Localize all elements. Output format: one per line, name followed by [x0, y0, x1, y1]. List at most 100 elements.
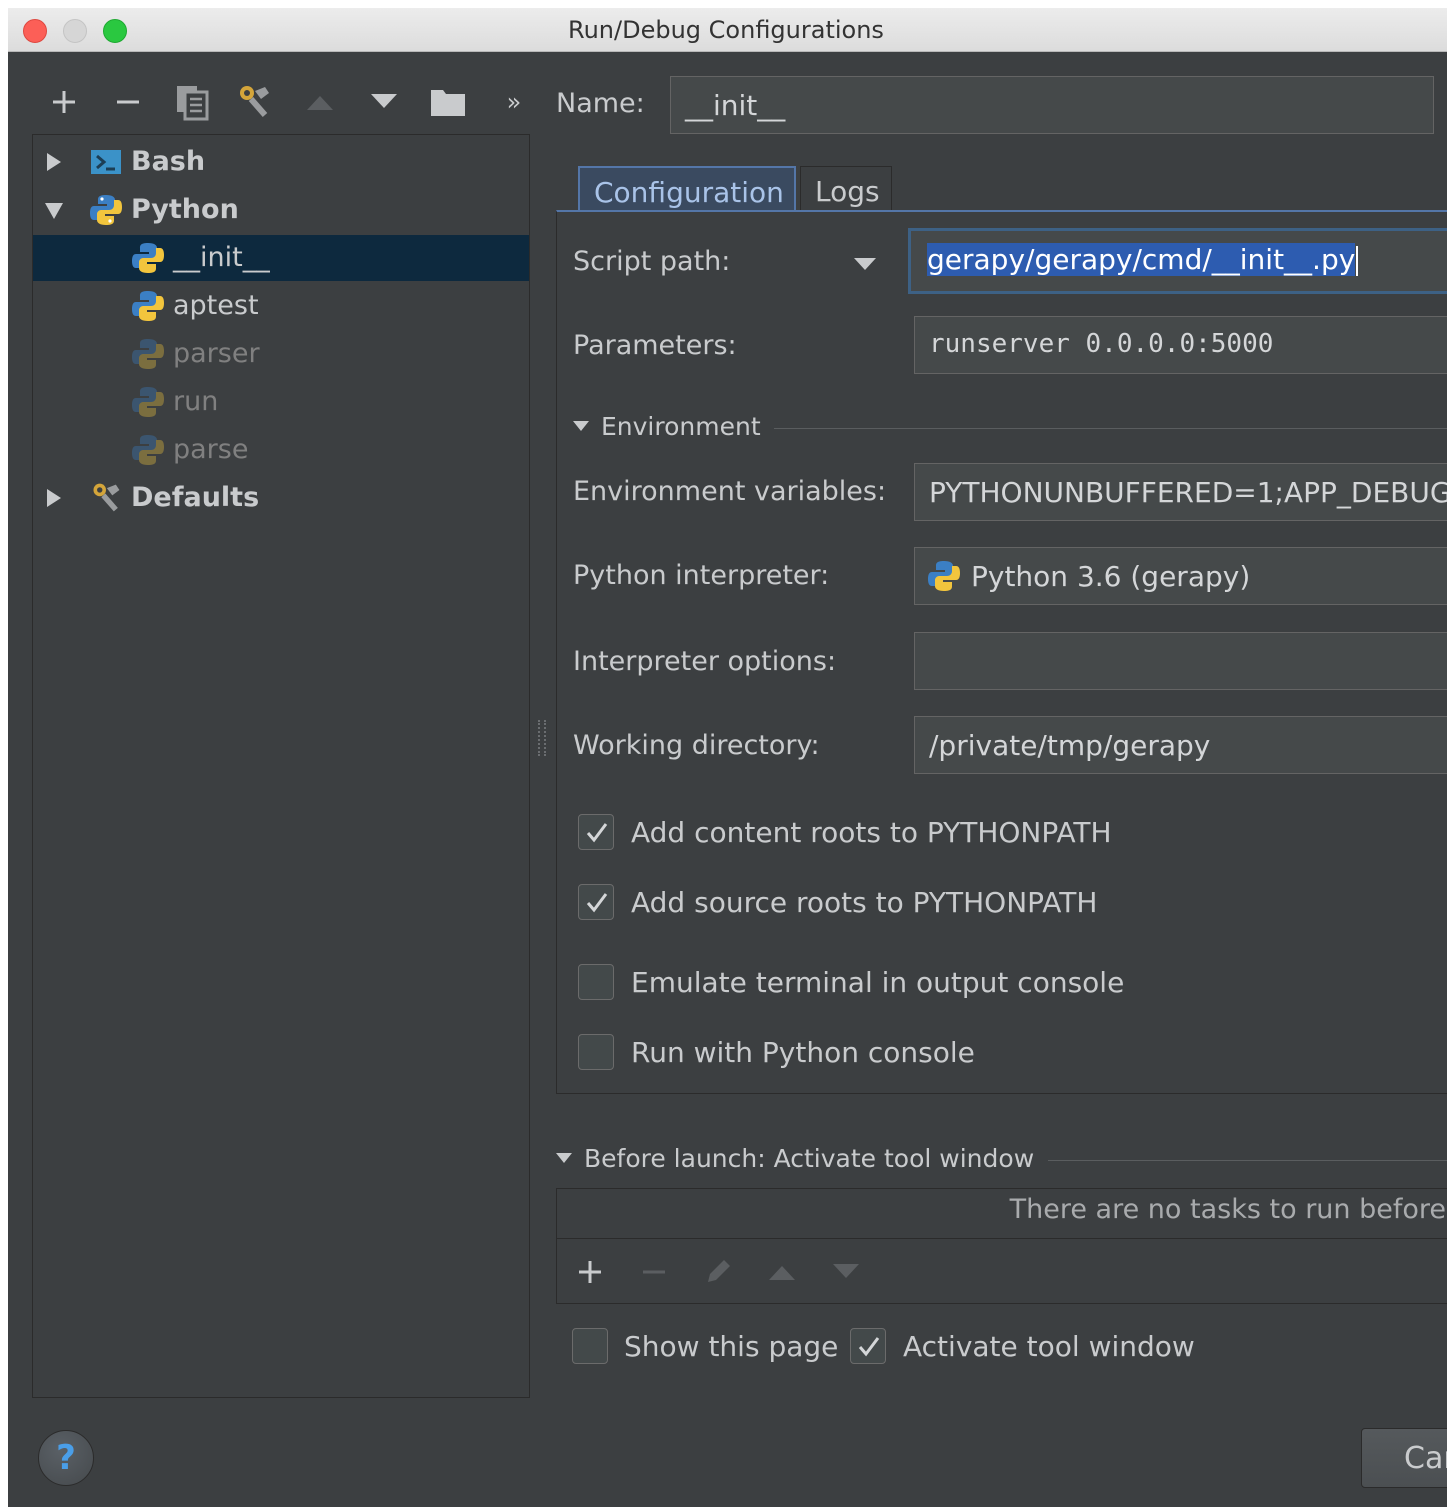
move-up-icon [769, 1266, 795, 1280]
emulate-terminal-label[interactable]: Emulate terminal in output console [631, 966, 1124, 999]
script-path-label: Script path: [573, 246, 731, 277]
help-icon: ? [56, 1438, 76, 1478]
python-icon [90, 195, 122, 225]
env-vars-input[interactable]: PYTHONUNBUFFERED=1;APP_DEBUG= [914, 463, 1447, 521]
expand-arrow-icon[interactable] [43, 151, 65, 173]
run-debug-configurations-window: Run/Debug Configurations » Bash Python _… [8, 8, 1447, 1507]
move-task-up-button[interactable] [764, 1254, 800, 1290]
tree-item-python[interactable]: Python [33, 187, 529, 233]
activate-tool-window-checkbox[interactable] [850, 1328, 886, 1364]
show-this-page-label[interactable]: Show this page [624, 1330, 838, 1363]
configurations-tree[interactable]: Bash Python __init__ aptest parser run p… [32, 134, 530, 1398]
add-source-roots-checkbox[interactable] [578, 884, 614, 920]
script-path-type-dropdown[interactable] [854, 258, 876, 270]
collapse-arrow-icon[interactable] [43, 199, 65, 221]
working-directory-input[interactable]: /private/tmp/gerapy [914, 716, 1447, 774]
name-input[interactable]: __init__ [670, 76, 1434, 134]
run-with-console-checkbox[interactable] [578, 1034, 614, 1070]
move-task-down-button[interactable] [828, 1254, 864, 1290]
interpreter-options-label: Interpreter options: [573, 646, 837, 677]
folder-icon [431, 90, 465, 116]
checkmark-icon [586, 823, 608, 843]
wrench-icon [93, 483, 120, 512]
wrench-icon [240, 86, 269, 117]
cancel-button[interactable]: Cancel [1361, 1428, 1447, 1488]
edit-task-button[interactable] [700, 1254, 736, 1290]
show-this-page-checkbox[interactable] [572, 1328, 608, 1364]
python-icon [132, 339, 164, 369]
interpreter-label: Python interpreter: [573, 560, 830, 591]
tree-item-label: Python [131, 194, 239, 225]
interpreter-select[interactable]: Python 3.6 (gerapy) [914, 547, 1447, 605]
add-content-roots-label[interactable]: Add content roots to PYTHONPATH [631, 816, 1112, 849]
expand-arrow-icon[interactable] [43, 487, 65, 509]
environment-section-header[interactable]: Environment [573, 412, 761, 441]
tree-item-label: run [173, 386, 219, 417]
before-launch-label: Before launch: Activate tool window [584, 1144, 1035, 1173]
checkmark-icon [586, 893, 608, 913]
minus-icon [643, 1270, 665, 1274]
tree-item-label: Bash [131, 146, 206, 177]
text-caret [1356, 246, 1359, 276]
checkmark-icon [858, 1337, 880, 1357]
tree-item-run[interactable]: run [33, 379, 529, 425]
python-icon [132, 435, 164, 465]
more-actions-button[interactable]: » [500, 84, 528, 120]
edit-defaults-button[interactable] [234, 84, 274, 120]
section-divider [1048, 1160, 1447, 1161]
help-button[interactable]: ? [38, 1430, 94, 1486]
run-with-console-label[interactable]: Run with Python console [631, 1036, 975, 1069]
move-down-icon [833, 1264, 859, 1278]
before-launch-section-header[interactable]: Before launch: Activate tool window [556, 1144, 1034, 1173]
add-source-roots-label[interactable]: Add source roots to PYTHONPATH [631, 886, 1097, 919]
add-configuration-button[interactable] [46, 84, 82, 120]
collapse-arrow-icon [556, 1153, 572, 1163]
more-icon: » [506, 88, 522, 116]
tree-item-init[interactable]: __init__ [33, 235, 529, 281]
script-path-input[interactable]: gerapy/gerapy/cmd/__init__.py [908, 228, 1447, 294]
edit-icon [708, 1260, 730, 1282]
move-up-icon [307, 96, 333, 110]
parameters-label: Parameters: [573, 330, 737, 361]
environment-section-label: Environment [601, 412, 761, 441]
interpreter-options-input[interactable] [914, 632, 1447, 690]
tree-item-defaults[interactable]: Defaults [33, 475, 529, 521]
tree-item-label: __init__ [173, 242, 270, 273]
tree-item-parser[interactable]: parser [33, 331, 529, 377]
tab-configuration[interactable]: Configuration [578, 166, 796, 212]
tree-item-aptest[interactable]: aptest [33, 283, 529, 329]
python-icon [132, 387, 164, 417]
window-title: Run/Debug Configurations [568, 16, 884, 44]
terminal-icon [91, 150, 121, 174]
python-icon [132, 291, 164, 321]
python-icon [132, 243, 164, 273]
tab-logs[interactable]: Logs [800, 166, 892, 212]
tree-item-bash[interactable]: Bash [33, 139, 529, 185]
collapse-arrow-icon [573, 421, 589, 431]
add-task-button[interactable] [572, 1254, 608, 1290]
copy-configuration-button[interactable] [172, 84, 212, 121]
tree-item-label: parser [173, 338, 260, 369]
script-path-value: gerapy/gerapy/cmd/__init__.py [927, 243, 1356, 276]
plus-icon [53, 91, 75, 113]
activate-tool-window-label[interactable]: Activate tool window [903, 1330, 1195, 1363]
interpreter-value: Python 3.6 (gerapy) [971, 560, 1251, 593]
remove-task-button[interactable] [636, 1254, 672, 1290]
tasks-toolbar-divider [556, 1238, 1447, 1239]
parameters-input[interactable]: runserver 0.0.0.0:5000 [914, 316, 1447, 374]
move-down-icon [371, 94, 397, 108]
minus-icon [117, 100, 139, 104]
splitter-handle[interactable] [538, 720, 546, 756]
remove-configuration-button[interactable] [110, 84, 146, 120]
tree-item-label: aptest [173, 290, 259, 321]
create-folder-button[interactable] [428, 84, 468, 120]
section-divider [774, 428, 1447, 429]
move-down-button[interactable] [366, 84, 402, 120]
tree-item-label: parse [173, 434, 249, 465]
python-icon [928, 561, 960, 591]
emulate-terminal-checkbox[interactable] [578, 964, 614, 1000]
tree-item-label: Defaults [131, 482, 260, 513]
tree-item-parse[interactable]: parse [33, 427, 529, 473]
move-up-button[interactable] [302, 84, 338, 120]
add-content-roots-checkbox[interactable] [578, 814, 614, 850]
